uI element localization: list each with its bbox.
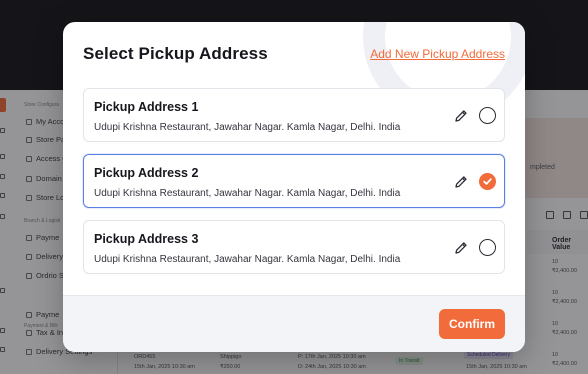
selected-check-radio[interactable] (479, 173, 496, 190)
pickup-address-card-selected[interactable]: Pickup Address 2 Udupi Krishna Restauran… (83, 154, 505, 208)
modal-footer: Confirm (63, 295, 525, 352)
edit-pencil-icon[interactable] (453, 240, 469, 256)
add-new-pickup-address-link[interactable]: Add New Pickup Address (370, 47, 505, 61)
pickup-address-card[interactable]: Pickup Address 3 Udupi Krishna Restauran… (83, 220, 505, 274)
checkmark-icon (483, 178, 492, 185)
pickup-address-text: Udupi Krishna Restaurant, Jawahar Nagar.… (94, 188, 401, 199)
edit-pencil-icon[interactable] (453, 174, 469, 190)
select-radio[interactable] (479, 107, 496, 124)
modal-title: Select Pickup Address (83, 44, 268, 63)
edit-pencil-icon[interactable] (453, 108, 469, 124)
pickup-address-text: Udupi Krishna Restaurant, Jawahar Nagar.… (94, 122, 401, 133)
pickup-address-card[interactable]: Pickup Address 1 Udupi Krishna Restauran… (83, 88, 505, 142)
pickup-address-name: Pickup Address 3 (94, 232, 199, 246)
pickup-address-text: Udupi Krishna Restaurant, Jawahar Nagar.… (94, 254, 401, 265)
select-pickup-address-modal: Select Pickup Address Add New Pickup Add… (63, 22, 525, 352)
select-radio[interactable] (479, 239, 496, 256)
pickup-address-name: Pickup Address 1 (94, 100, 199, 114)
confirm-button[interactable]: Confirm (439, 309, 505, 339)
pickup-address-name: Pickup Address 2 (94, 166, 199, 180)
